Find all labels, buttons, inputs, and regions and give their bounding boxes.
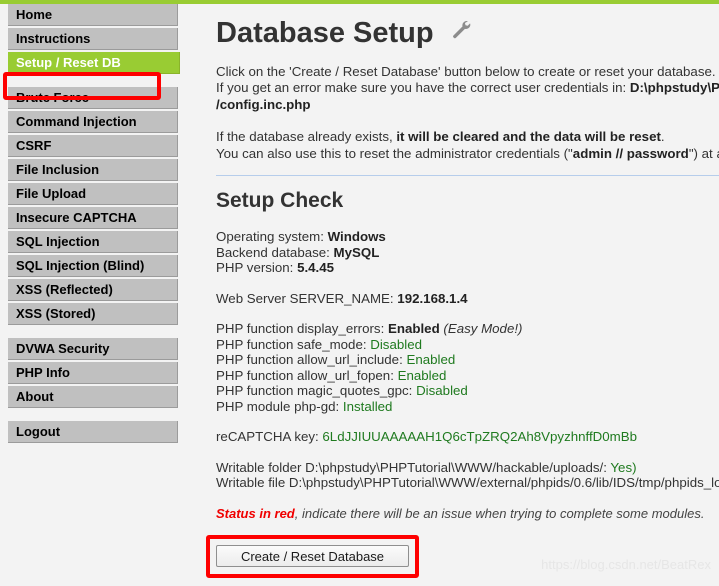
setup-check-list: Operating system: Windows Backend databas… [216, 229, 719, 491]
sidebar-item-file-inclusion[interactable]: File Inclusion [8, 159, 178, 181]
page-title-text: Database Setup [216, 17, 434, 49]
setup-check-row: reCAPTCHA key: 6LdJJIUUAAAAAH1Q6cTpZRQ2A… [216, 429, 719, 445]
sidebar-group-vulnerabilities: Brute Force Command Injection CSRF File … [0, 87, 180, 325]
sidebar-navigation: Home Instructions Setup / Reset DB Brute… [0, 4, 180, 586]
setup-check-label: Web Server SERVER_NAME: [216, 290, 398, 306]
setup-check-value: Yes) [610, 459, 637, 475]
sidebar-item-brute-force[interactable]: Brute Force [8, 87, 178, 109]
setup-check-label: PHP function display_errors: [216, 321, 388, 337]
main-content: Database Setup Click on the 'Create / Re… [180, 4, 719, 586]
intro-line-1: Click on the 'Create / Reset Database' b… [216, 63, 716, 79]
setup-check-row: PHP function allow_url_include: Enabled [216, 352, 719, 368]
setup-check-label: PHP function allow_url_include: [216, 352, 407, 368]
setup-check-gap [216, 276, 719, 291]
default-credentials: admin // password [572, 145, 689, 161]
sidebar-item-xss-stored[interactable]: XSS (Stored) [8, 303, 178, 325]
sidebar-item-logout[interactable]: Logout [8, 421, 178, 443]
intro-line-4: If the database already exists, it will … [216, 129, 719, 146]
setup-check-gap [216, 306, 719, 321]
wrench-icon [450, 16, 472, 48]
setup-check-note: (Easy Mode!) [439, 321, 523, 337]
create-reset-database-button[interactable]: Create / Reset Database [216, 545, 409, 567]
setup-check-row: PHP function magic_quotes_gpc: Disabled [216, 383, 719, 399]
setup-check-row: Web Server SERVER_NAME: 192.168.1.4 [216, 291, 719, 307]
setup-check-value: 6LdJJIUUAAAAAH1Q6cTpZRQ2Ah8VpyzhnffD0mBb [322, 429, 637, 445]
setup-check-gap [216, 445, 719, 460]
setup-check-value: Disabled [416, 383, 468, 399]
intro-line-5-prefix: You can also use this to reset the admin… [216, 145, 573, 161]
setup-check-label: Operating system: [216, 229, 328, 245]
setup-check-gap [216, 414, 719, 429]
intro-line-3: /config.inc.php [216, 97, 719, 114]
setup-check-value: Installed [342, 398, 393, 414]
intro-line-4-prefix: If the database already exists, [216, 129, 397, 145]
setup-check-label: Writable file D:\phpstudy\PHPTutorial\WW… [216, 475, 719, 491]
setup-check-value: Enabled [397, 367, 447, 383]
setup-check-value: 5.4.45 [297, 260, 335, 276]
sidebar-item-file-upload[interactable]: File Upload [8, 183, 178, 205]
config-path-part-1: D:\phpstudy\PHPTutorial\WWW [629, 80, 719, 96]
setup-check-value: Windows [327, 229, 386, 245]
sidebar-divider-3 [0, 410, 180, 421]
setup-check-row: PHP version: 5.4.45 [216, 260, 719, 276]
sidebar-group-session: Logout [0, 421, 180, 443]
setup-check-row: Backend database: MySQL [216, 245, 719, 261]
sidebar-group-main: Home Instructions Setup / Reset DB [0, 4, 180, 74]
setup-check-label: PHP function allow_url_fopen: [216, 367, 398, 383]
setup-check-value: MySQL [333, 244, 380, 260]
setup-check-row: PHP function display_errors: Enabled (Ea… [216, 321, 719, 337]
section-divider [216, 175, 719, 177]
setup-check-label: reCAPTCHA key: [216, 429, 323, 445]
intro-line-4-bold: it will be cleared and the data will be … [396, 129, 661, 145]
page-title: Database Setup [216, 16, 719, 50]
setup-check-row: PHP function allow_url_fopen: Enabled [216, 368, 719, 384]
setup-check-value: 192.168.1.4 [397, 290, 468, 306]
setup-check-label: PHP module php-gd: [216, 398, 343, 414]
sidebar-item-home[interactable]: Home [8, 4, 178, 26]
sidebar-item-command-injection[interactable]: Command Injection [8, 111, 178, 133]
setup-check-label: Backend database: [216, 244, 334, 260]
setup-check-row: Writable file D:\phpstudy\PHPTutorial\WW… [216, 475, 719, 491]
sidebar-item-dvwa-security[interactable]: DVWA Security [8, 338, 178, 360]
sidebar-item-insecure-captcha[interactable]: Insecure CAPTCHA [8, 207, 178, 229]
config-path-part-2: /config.inc.php [216, 96, 311, 112]
status-legend-rest: , indicate there will be an issue when t… [294, 505, 705, 521]
intro-line-5: You can also use this to reset the admin… [216, 146, 719, 163]
setup-check-heading: Setup Check [216, 189, 344, 213]
setup-check-row: PHP module php-gd: Installed [216, 399, 719, 415]
sidebar-item-instructions[interactable]: Instructions [8, 28, 178, 50]
sidebar-item-about[interactable]: About [8, 386, 178, 408]
setup-check-row: Writable folder D:\phpstudy\PHPTutorial\… [216, 460, 719, 476]
intro-line-2-prefix: If you get an error make sure you have t… [216, 80, 630, 96]
setup-check-label: Writable folder D:\phpstudy\PHPTutorial\… [216, 459, 611, 475]
intro-line-5-suffix: ") at any stage. [688, 145, 719, 161]
setup-check-label: PHP function magic_quotes_gpc: [216, 383, 417, 399]
sidebar-item-csrf[interactable]: CSRF [8, 135, 178, 157]
sidebar-divider-1 [0, 76, 180, 87]
setup-check-row: Operating system: Windows [216, 229, 719, 245]
sidebar-item-php-info[interactable]: PHP Info [8, 362, 178, 384]
intro-line-2: If you get an error make sure you have t… [216, 80, 719, 97]
setup-check-row: PHP function safe_mode: Disabled [216, 337, 719, 353]
setup-check-label: PHP function safe_mode: [216, 336, 371, 352]
submit-button-area: Create / Reset Database [206, 535, 419, 578]
sidebar-item-xss-reflected[interactable]: XSS (Reflected) [8, 279, 178, 301]
sidebar-item-setup-reset-db[interactable]: Setup / Reset DB [8, 52, 180, 74]
setup-check-value: Enabled [406, 352, 456, 368]
sidebar-divider-2 [0, 327, 180, 338]
setup-check-label: PHP version: [216, 260, 298, 276]
sidebar-item-sql-injection[interactable]: SQL Injection [8, 231, 178, 253]
setup-check-value: Disabled [370, 336, 422, 352]
sidebar-item-sql-injection-blind[interactable]: SQL Injection (Blind) [8, 255, 178, 277]
status-legend-note: Status in red, indicate there will be an… [216, 506, 719, 521]
page-container: Home Instructions Setup / Reset DB Brute… [0, 4, 719, 586]
setup-check-value: Enabled [387, 321, 440, 337]
intro-spacer [216, 113, 719, 129]
sidebar-group-settings: DVWA Security PHP Info About [0, 338, 180, 408]
intro-line-4-suffix: . [660, 129, 665, 145]
status-legend-red-text: Status in red [216, 505, 295, 521]
